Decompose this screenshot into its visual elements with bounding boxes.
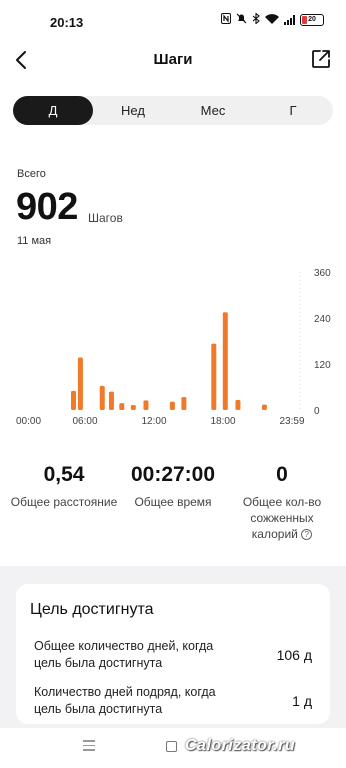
y-tick-label: 240 (314, 314, 331, 325)
x-tick-label: 00:00 (16, 416, 41, 427)
status-time: 20:13 (50, 15, 84, 30)
goal-row-label-line1: Количество дней подряд, когда (34, 685, 216, 699)
goal-title: Цель достигнута (30, 601, 154, 618)
signal-icon (284, 15, 295, 25)
calories-label-line1: Общее кол-во (242, 495, 322, 509)
home-icon[interactable] (166, 741, 177, 752)
goal-row-label: Общее количество дней, когда цель была д… (34, 638, 249, 672)
steps-unit: Шагов (88, 211, 123, 225)
x-tick-label: 12:00 (141, 416, 166, 427)
chart-bar[interactable] (119, 403, 125, 410)
tab-day[interactable]: Д (13, 96, 93, 125)
mute-icon (236, 13, 247, 27)
watermark-logo: Calorizator.ru (185, 737, 296, 754)
chart-bar[interactable] (181, 396, 187, 410)
x-tick-label: 23:59 (279, 416, 304, 427)
calories-label-line2: сожженных (250, 511, 314, 525)
system-nav-bar: Calorizator.ru (0, 728, 346, 768)
page-title: Шаги (153, 51, 193, 68)
distance-label: Общее расстояние (10, 495, 118, 509)
menu-icon[interactable] (83, 740, 95, 752)
tab-week[interactable]: Нед (93, 96, 173, 125)
battery-icon: 20 (300, 14, 324, 26)
goal-row-label-line2: цель была достигнута (34, 656, 163, 670)
goal-row-value: 106 д (276, 647, 312, 663)
goal-row-value: 1 д (292, 693, 312, 709)
status-bar: 20:13 20 (0, 0, 346, 44)
time-value: 00:27:00 (130, 463, 216, 486)
y-tick-label: 120 (314, 360, 331, 371)
share-button[interactable] (310, 48, 332, 70)
stat-distance: 0,54 Общее расстояние (4, 463, 124, 510)
chart-bar[interactable] (222, 312, 228, 410)
goal-row-label: Количество дней подряд, когда цель была … (34, 684, 249, 718)
nfc-icon (221, 13, 231, 27)
chart-bar[interactable] (169, 401, 175, 410)
chart-bar[interactable] (108, 391, 114, 410)
calories-value: 0 (276, 463, 288, 486)
tab-year[interactable]: Г (253, 96, 333, 125)
x-tick-label: 18:00 (210, 416, 235, 427)
stat-time: 00:27:00 Общее время (118, 463, 228, 510)
distance-value: 0,54 (43, 463, 85, 486)
chart-bar[interactable] (77, 357, 83, 410)
x-tick-label: 06:00 (72, 416, 97, 427)
chart-bar[interactable] (71, 390, 76, 410)
period-tabs: Д Нед Мес Г (13, 96, 333, 125)
steps-value: 902 (16, 186, 78, 228)
battery-level: 20 (308, 16, 316, 23)
wifi-icon (265, 13, 279, 27)
total-label: Всего (17, 168, 46, 180)
calories-label: Общее кол-во сожженных калорий ? (230, 494, 334, 542)
chart-bar[interactable] (211, 343, 217, 410)
date-label: 11 мая (17, 235, 52, 247)
header: Шаги (0, 44, 346, 76)
time-label: Общее время (134, 495, 212, 509)
chart-bar[interactable] (143, 400, 149, 410)
status-icons: 20 (221, 12, 324, 27)
share-icon (312, 50, 330, 68)
chart-bar[interactable] (130, 405, 136, 410)
chart-bar[interactable] (99, 385, 105, 410)
chart-bar[interactable] (235, 400, 241, 410)
goal-row-streak: Количество дней подряд, когда цель была … (34, 684, 316, 718)
calories-label-line3: калорий (251, 527, 298, 541)
tab-month[interactable]: Мес (173, 96, 253, 125)
chart-bar[interactable] (261, 404, 267, 410)
help-icon[interactable]: ? (301, 529, 313, 540)
y-tick-label: 360 (314, 268, 331, 279)
goal-row-total: Общее количество дней, когда цель была д… (34, 638, 316, 672)
goal-row-label-line1: Общее количество дней, когда (34, 639, 214, 653)
steps-chart[interactable]: 360 240 120 0 00:00 06:00 12:00 18:00 23:59 (0, 262, 346, 432)
bluetooth-icon (252, 12, 260, 27)
goal-card: Цель достигнута Общее количество дней, к… (16, 584, 330, 724)
y-tick-label: 0 (314, 406, 320, 417)
goal-row-label-line2: цель была достигнута (34, 702, 163, 716)
stat-calories: 0 Общее кол-во сожженных калорий ? (230, 463, 334, 542)
